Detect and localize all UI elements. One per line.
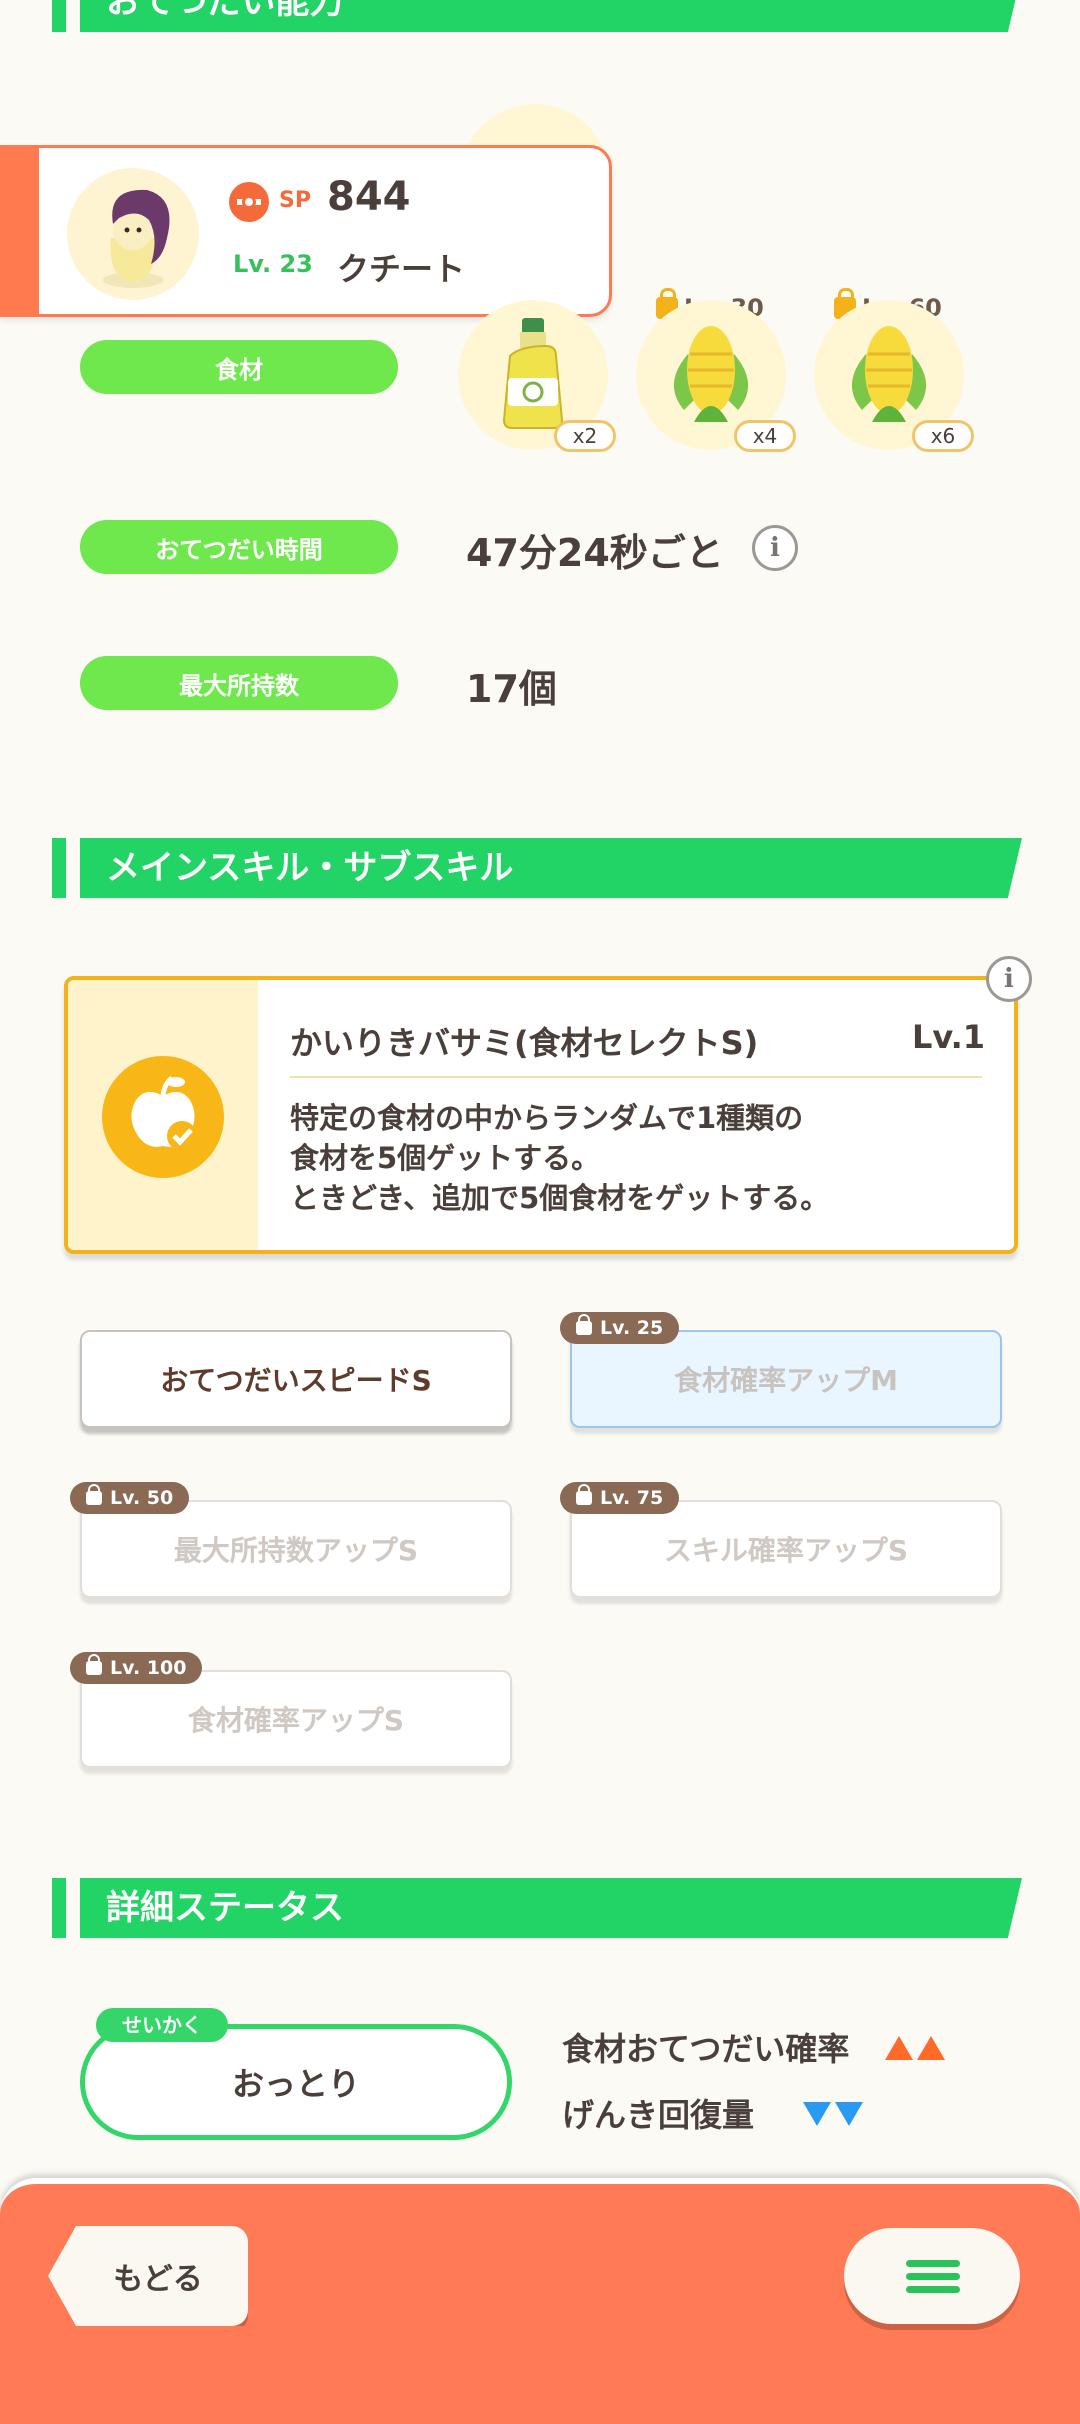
subskill-5[interactable]: 食材確率アップS <box>80 1670 512 1768</box>
skills-section-title: メインスキル・サブスキル <box>106 848 514 888</box>
subskill-4[interactable]: スキル確率アップS <box>570 1500 1002 1598</box>
lock-icon <box>86 1654 102 1675</box>
main-skill-description: 特定の食材の中からランダムで1種類の 食材を5個ゲットする。 ときどき、追加で5… <box>290 1101 830 1215</box>
corn-icon <box>673 326 749 422</box>
oil-icon <box>502 318 564 429</box>
ingredient-qty-1: x2 <box>554 420 616 452</box>
main-skill-name: かいりきバサミ(食材セレクトS) <box>290 1024 759 1062</box>
apple-check-icon <box>102 1056 224 1178</box>
lock-icon <box>576 1484 592 1505</box>
corn-icon <box>851 326 927 422</box>
help-time-info-icon[interactable]: i <box>752 525 798 571</box>
ingredient-qty-3: x6 <box>912 420 974 452</box>
profile-card-tab <box>3 148 39 314</box>
ability-section-title: おてつだい能力 <box>106 0 344 22</box>
help-time-value: 47分24秒ごと <box>466 531 724 575</box>
section-accent <box>52 0 66 32</box>
section-accent <box>52 838 66 898</box>
subskill-2-lock: Lv. 25 <box>560 1312 680 1344</box>
subskill-4-lock: Lv. 75 <box>560 1482 680 1514</box>
sp-icon <box>229 182 269 222</box>
section-accent <box>52 1878 66 1938</box>
pokemon-level: Lv. 23 <box>233 250 313 278</box>
pokemon-profile-card[interactable]: SP 844 Lv. 23 クチート <box>0 145 612 317</box>
max-hold-value: 17個 <box>466 667 557 711</box>
pokemon-name: クチート <box>337 250 466 288</box>
down-arrow-icon <box>799 2096 864 2134</box>
subskill-2[interactable]: 食材確率アップM <box>570 1330 1002 1428</box>
subskill-3[interactable]: 最大所持数アップS <box>80 1500 512 1598</box>
main-skill-level: Lv.1 <box>912 1018 986 1056</box>
mawile-icon <box>103 189 170 288</box>
details-section-title: 詳細ステータス <box>106 1888 344 1928</box>
lock-icon <box>576 1314 592 1335</box>
ingredient-qty-2: x4 <box>734 420 796 452</box>
nature-tag: せいかく <box>96 2008 228 2042</box>
divider <box>290 1076 982 1078</box>
main-skill-info-icon[interactable]: i <box>986 956 1032 1002</box>
ingredients-label: 食材 <box>80 340 398 394</box>
sp-label: SP <box>279 188 311 213</box>
pokemon-avatar <box>67 168 199 300</box>
main-skill-card[interactable]: かいりきバサミ(食材セレクトS) Lv.1 特定の食材の中からランダムで1種類の… <box>64 976 1018 1254</box>
subskill-3-lock: Lv. 50 <box>70 1482 190 1514</box>
menu-button[interactable] <box>844 2228 1020 2324</box>
nature-up-label: 食材おてつだい確率 <box>562 2030 850 2068</box>
nature-up-effect: 食材おてつだい確率 <box>562 2024 945 2070</box>
back-button[interactable]: もどる <box>48 2226 248 2326</box>
help-time-label: おてつだい時間 <box>80 520 398 574</box>
lock-icon <box>86 1484 102 1505</box>
nature-down-label: げんき回復量 <box>562 2096 755 2134</box>
max-hold-label: 最大所持数 <box>80 656 398 710</box>
subskill-5-lock: Lv. 100 <box>70 1652 203 1684</box>
subskill-1[interactable]: おてつだいスピードS <box>80 1330 512 1428</box>
sp-value: 844 <box>327 174 411 220</box>
nature-down-effect: げんき回復量 <box>562 2090 864 2136</box>
up-arrow-icon <box>881 2030 945 2068</box>
menu-icon <box>906 2260 960 2267</box>
